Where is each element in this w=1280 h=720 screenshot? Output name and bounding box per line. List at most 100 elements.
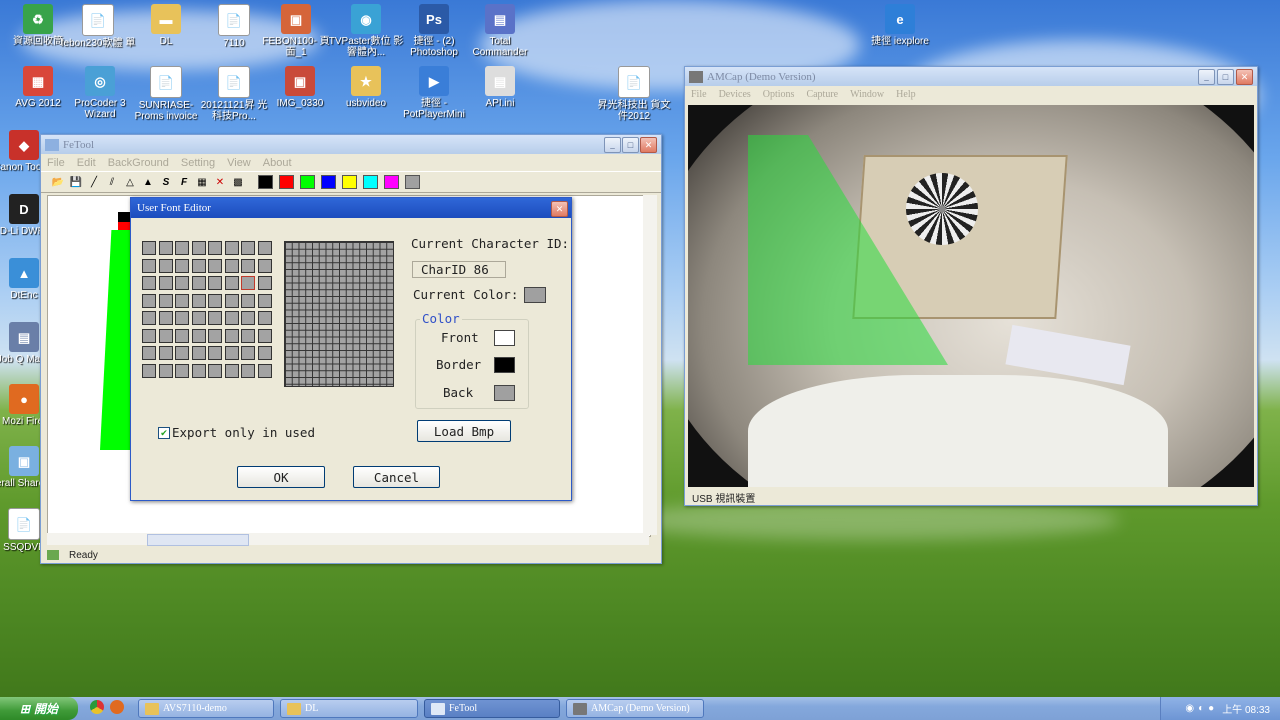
character-cell[interactable] <box>158 346 173 360</box>
character-cell[interactable] <box>257 241 272 255</box>
menu-view[interactable]: View <box>221 157 257 169</box>
menu-about[interactable]: About <box>257 157 298 169</box>
character-cell[interactable] <box>191 258 206 273</box>
menu-file[interactable]: File <box>41 157 71 169</box>
character-cell[interactable] <box>158 276 173 290</box>
character-cell[interactable] <box>142 311 156 325</box>
character-cell[interactable] <box>257 363 272 378</box>
dialog-close-button[interactable]: ✕ <box>551 201 568 217</box>
double-line-icon[interactable]: ⫽ <box>105 175 119 189</box>
color-swatch[interactable] <box>300 175 315 189</box>
character-cell[interactable] <box>191 276 206 290</box>
menu-background[interactable]: BackGround <box>102 157 175 169</box>
character-cell[interactable] <box>158 258 173 273</box>
character-cell[interactable] <box>191 241 206 255</box>
character-cell[interactable] <box>175 258 189 273</box>
character-cell[interactable] <box>241 276 255 290</box>
cancel-button[interactable]: Cancel <box>353 466 440 488</box>
task-fetool[interactable]: FeTool <box>424 699 560 718</box>
desktop-icon[interactable]: Ps 捷徑 - (2) Photoshop <box>396 4 472 58</box>
color-swatch[interactable] <box>405 175 420 189</box>
amcap-close-button[interactable]: ✕ <box>1236 69 1253 85</box>
character-cell[interactable] <box>241 311 255 325</box>
export-checkbox-label[interactable]: Export only in used <box>172 425 315 440</box>
desktop-icon[interactable]: ★ usbvideo <box>328 66 404 109</box>
character-cell[interactable] <box>241 328 255 343</box>
character-cell[interactable] <box>158 311 173 325</box>
volume-icon[interactable]: ◐ <box>1198 703 1204 714</box>
task-avs7110-demo[interactable]: AVS7110-demo <box>138 699 274 718</box>
character-cell[interactable] <box>175 311 189 325</box>
desktop-icon[interactable]: ▶ 捷徑 - PotPlayerMini <box>396 66 472 120</box>
menu-setting[interactable]: Setting <box>175 157 221 169</box>
color-swatch[interactable] <box>321 175 336 189</box>
amcap-menu-capture[interactable]: Capture <box>800 89 844 100</box>
color-swatch[interactable] <box>363 175 378 189</box>
desktop-icon[interactable]: ▣ FEBON100- 頁面_1 <box>258 4 334 58</box>
start-button[interactable]: ⊞ 開始 <box>0 697 78 720</box>
desktop-icon[interactable]: 📄 昇光科技出 貨文件2012 <box>596 66 672 122</box>
character-cell[interactable] <box>224 241 239 255</box>
character-cell[interactable] <box>208 293 222 308</box>
shape-icon[interactable]: △ <box>123 175 137 189</box>
character-cell[interactable] <box>224 311 239 325</box>
character-cell[interactable] <box>175 276 189 290</box>
grid-icon[interactable]: ▦ <box>195 175 209 189</box>
character-cell[interactable] <box>142 346 156 360</box>
character-cell[interactable] <box>257 328 272 343</box>
back-color-swatch[interactable] <box>494 385 515 401</box>
fetool-titlebar[interactable]: FeTool _ □ ✕ <box>41 135 661 154</box>
delete-icon[interactable]: ✕ <box>213 175 227 189</box>
network-icon[interactable]: ◉ <box>1185 703 1194 714</box>
color-swatch[interactable] <box>279 175 294 189</box>
character-cell[interactable] <box>241 241 255 255</box>
character-cell[interactable] <box>208 363 222 378</box>
character-cell[interactable] <box>158 328 173 343</box>
character-cell[interactable] <box>257 293 272 308</box>
close-button[interactable]: ✕ <box>640 137 657 153</box>
character-cell[interactable] <box>257 346 272 360</box>
character-cell[interactable] <box>191 328 206 343</box>
character-cell[interactable] <box>257 258 272 273</box>
character-cell[interactable] <box>142 241 156 255</box>
minimize-button[interactable]: _ <box>604 137 621 153</box>
horizontal-scrollbar[interactable] <box>47 533 649 546</box>
character-cell[interactable] <box>208 346 222 360</box>
tray-icon[interactable]: ● <box>1208 703 1214 714</box>
desktop-icon[interactable]: e 捷徑 iexplore <box>862 4 938 47</box>
character-cell[interactable] <box>158 363 173 378</box>
ok-button[interactable]: OK <box>237 466 325 488</box>
desktop-icon[interactable]: ▤ API.ini <box>462 66 538 109</box>
menu-edit[interactable]: Edit <box>71 157 102 169</box>
character-cell[interactable] <box>142 363 156 378</box>
character-cell[interactable] <box>224 328 239 343</box>
character-cell[interactable] <box>241 346 255 360</box>
desktop-icon[interactable]: ◉ TVPaster數位 影響體內... <box>328 4 404 58</box>
open-icon[interactable]: 📂 <box>51 175 65 189</box>
character-cell[interactable] <box>208 258 222 273</box>
desktop-icon[interactable]: 📄 20121121昇 光科技Pro... <box>196 66 272 122</box>
character-cell[interactable] <box>257 276 272 290</box>
character-cell[interactable] <box>191 346 206 360</box>
desktop-icon[interactable]: 📄 febon230軟體 單 <box>60 4 136 49</box>
character-cell[interactable] <box>175 363 189 378</box>
s-icon[interactable]: S <box>159 175 173 189</box>
amcap-titlebar[interactable]: AMCap (Demo Version) _ □ ✕ <box>685 67 1257 86</box>
character-cell[interactable] <box>257 311 272 325</box>
amcap-maximize-button[interactable]: □ <box>1217 69 1234 85</box>
character-cell[interactable] <box>191 293 206 308</box>
desktop-icon[interactable]: ▬ DL <box>128 4 204 47</box>
chrome-icon[interactable] <box>90 700 104 714</box>
character-cell[interactable] <box>142 258 156 273</box>
desktop-icon[interactable]: 📄 SUNRIASE- Proms invoice <box>128 66 204 122</box>
amcap-menu-file[interactable]: File <box>685 89 713 100</box>
character-cell[interactable] <box>142 293 156 308</box>
character-cell[interactable] <box>224 293 239 308</box>
task-amcap[interactable]: AMCap (Demo Version) <box>566 699 704 718</box>
character-cell[interactable] <box>175 241 189 255</box>
color-swatch[interactable] <box>342 175 357 189</box>
color-swatch[interactable] <box>384 175 399 189</box>
desktop-icon[interactable]: ◎ ProCoder 3 Wizard <box>62 66 138 120</box>
character-cell[interactable] <box>158 241 173 255</box>
character-cell[interactable] <box>191 311 206 325</box>
